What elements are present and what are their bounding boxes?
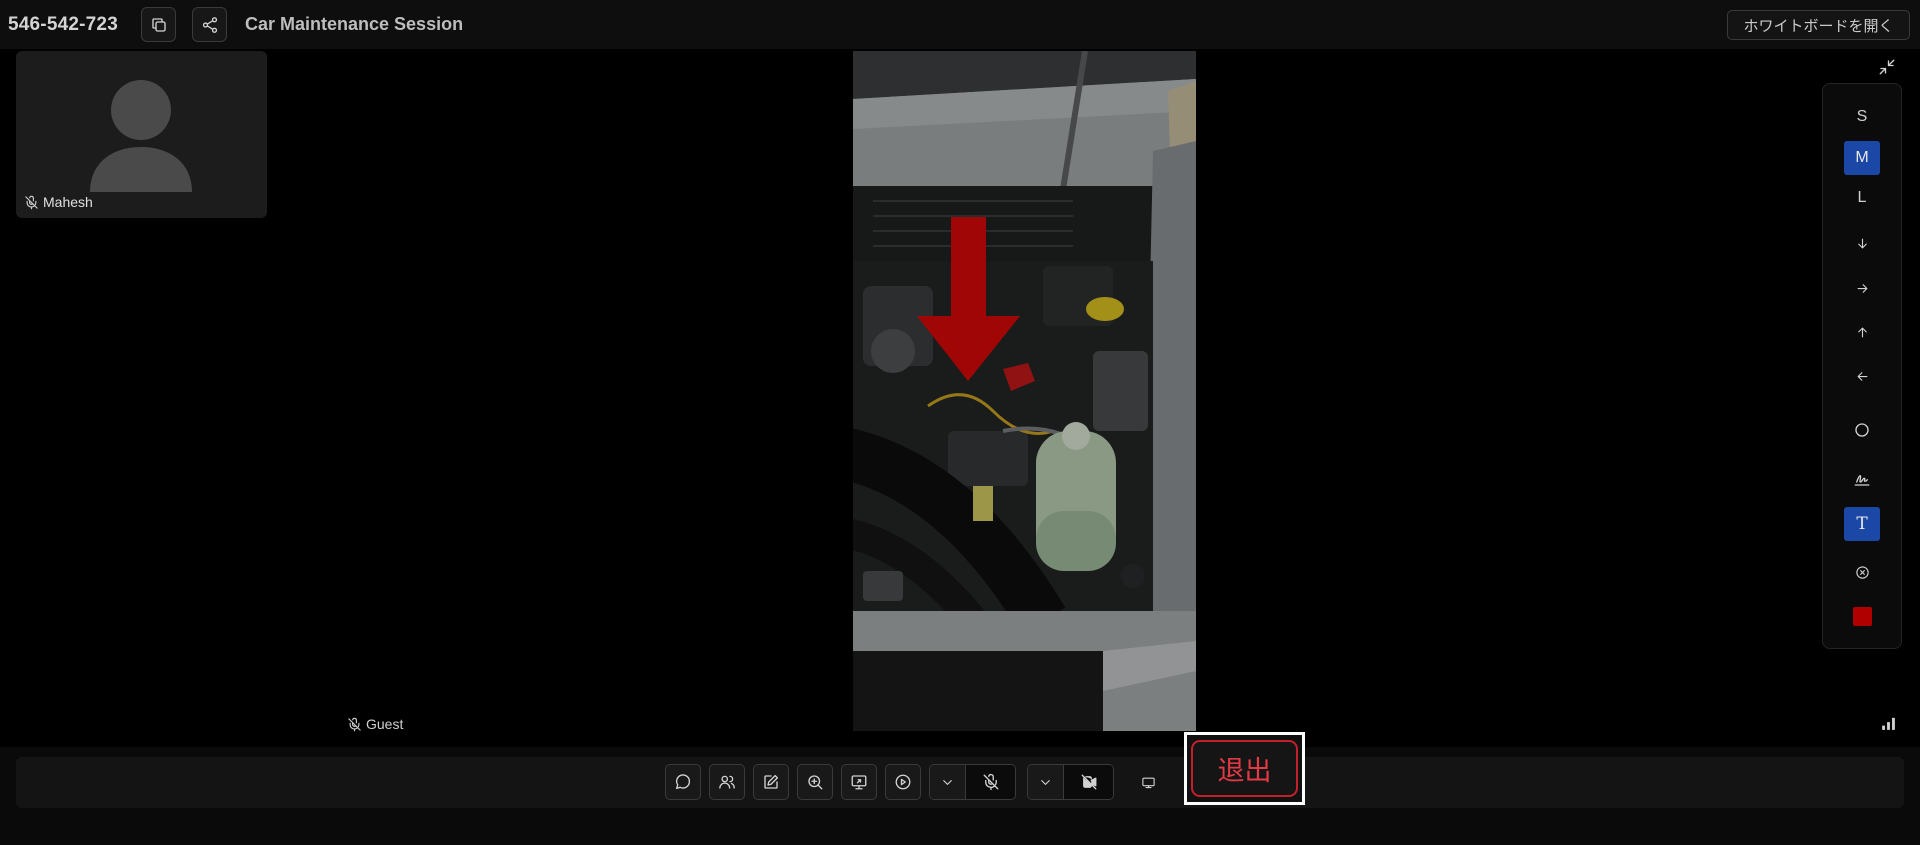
participant-label: Mahesh xyxy=(24,194,93,210)
meeting-id: 546-542-723 xyxy=(8,14,118,35)
screen-share-icon xyxy=(851,775,867,790)
record-button[interactable] xyxy=(885,764,921,800)
arrow-down-icon xyxy=(1857,238,1867,248)
participant-tile-mahesh[interactable]: Mahesh xyxy=(16,51,267,218)
screen-share-button[interactable] xyxy=(841,764,877,800)
exit-button-highlight: 退出 xyxy=(1184,732,1305,805)
whiteboard-icon xyxy=(764,774,779,789)
freehand-tool[interactable] xyxy=(1844,462,1880,496)
connection-quality-indicator[interactable] xyxy=(1880,715,1897,737)
participant-name: Mahesh xyxy=(43,194,93,210)
exit-button[interactable]: 退出 xyxy=(1191,740,1298,797)
participants-button[interactable] xyxy=(709,764,745,800)
circle-icon xyxy=(1855,423,1869,437)
signature-icon xyxy=(1854,475,1870,486)
video-off-icon xyxy=(1081,774,1096,790)
arrow-up-tool[interactable] xyxy=(1844,315,1880,349)
record-icon xyxy=(895,774,911,790)
share-button[interactable] xyxy=(192,7,227,42)
mic-toggle-button[interactable] xyxy=(966,765,1015,799)
copy-meeting-id-button[interactable] xyxy=(141,7,176,42)
clear-annotations-tool[interactable] xyxy=(1844,555,1880,589)
main-video-label: Guest xyxy=(347,716,403,732)
copy-icon xyxy=(151,17,166,32)
size-medium-button[interactable]: M xyxy=(1844,141,1880,175)
arrow-right-tool[interactable] xyxy=(1844,271,1880,305)
color-picker[interactable] xyxy=(1844,599,1880,633)
main-video-participant-name: Guest xyxy=(366,716,404,732)
annotation-toolbar: S M L T xyxy=(1822,83,1902,649)
microphone-control-group xyxy=(929,764,1016,800)
selected-color-swatch xyxy=(1852,606,1872,626)
camera-control-group xyxy=(1027,764,1114,800)
camera-toggle-button[interactable] xyxy=(1064,765,1113,799)
open-whiteboard-button[interactable]: ホワイトボードを開く xyxy=(1727,10,1910,40)
chevron-down-icon xyxy=(943,779,952,785)
arrow-right-icon xyxy=(1857,283,1867,293)
arrow-up-icon xyxy=(1857,327,1867,337)
monitor-icon xyxy=(1141,777,1155,788)
share-icon xyxy=(202,16,217,33)
chevron-down-icon xyxy=(1041,779,1050,785)
whiteboard-button[interactable] xyxy=(753,764,789,800)
clear-icon xyxy=(1855,565,1869,579)
mic-options-button[interactable] xyxy=(930,765,966,799)
text-icon: T xyxy=(1856,514,1868,534)
display-settings-button[interactable] xyxy=(1130,764,1166,800)
arrow-left-tool[interactable] xyxy=(1844,359,1880,393)
arrow-left-icon xyxy=(1857,371,1867,381)
signal-icon xyxy=(1882,717,1895,730)
size-large-button[interactable]: L xyxy=(1844,181,1880,215)
zoom-in-icon xyxy=(808,775,823,790)
chat-icon xyxy=(675,774,691,790)
text-tool[interactable]: T xyxy=(1844,507,1880,541)
mic-off-icon xyxy=(25,195,38,209)
session-title: Car Maintenance Session xyxy=(245,14,464,34)
main-video-feed[interactable] xyxy=(853,51,1196,731)
camera-options-button[interactable] xyxy=(1028,765,1064,799)
circle-tool[interactable] xyxy=(1844,413,1880,447)
zoom-button[interactable] xyxy=(797,764,833,800)
top-bar: 546-542-723 Car Maintenance Session ホワイト… xyxy=(0,0,1920,49)
mic-off-icon xyxy=(983,773,998,791)
size-small-button[interactable]: S xyxy=(1844,100,1880,134)
chat-button[interactable] xyxy=(665,764,701,800)
minimize-icon xyxy=(1879,59,1895,75)
engine-bay-video-frame xyxy=(853,51,1196,731)
participants-icon xyxy=(719,775,735,789)
mic-off-icon xyxy=(348,717,361,731)
default-avatar-icon xyxy=(90,80,192,192)
minimize-button[interactable] xyxy=(1878,58,1896,76)
arrow-down-tool[interactable] xyxy=(1844,226,1880,260)
